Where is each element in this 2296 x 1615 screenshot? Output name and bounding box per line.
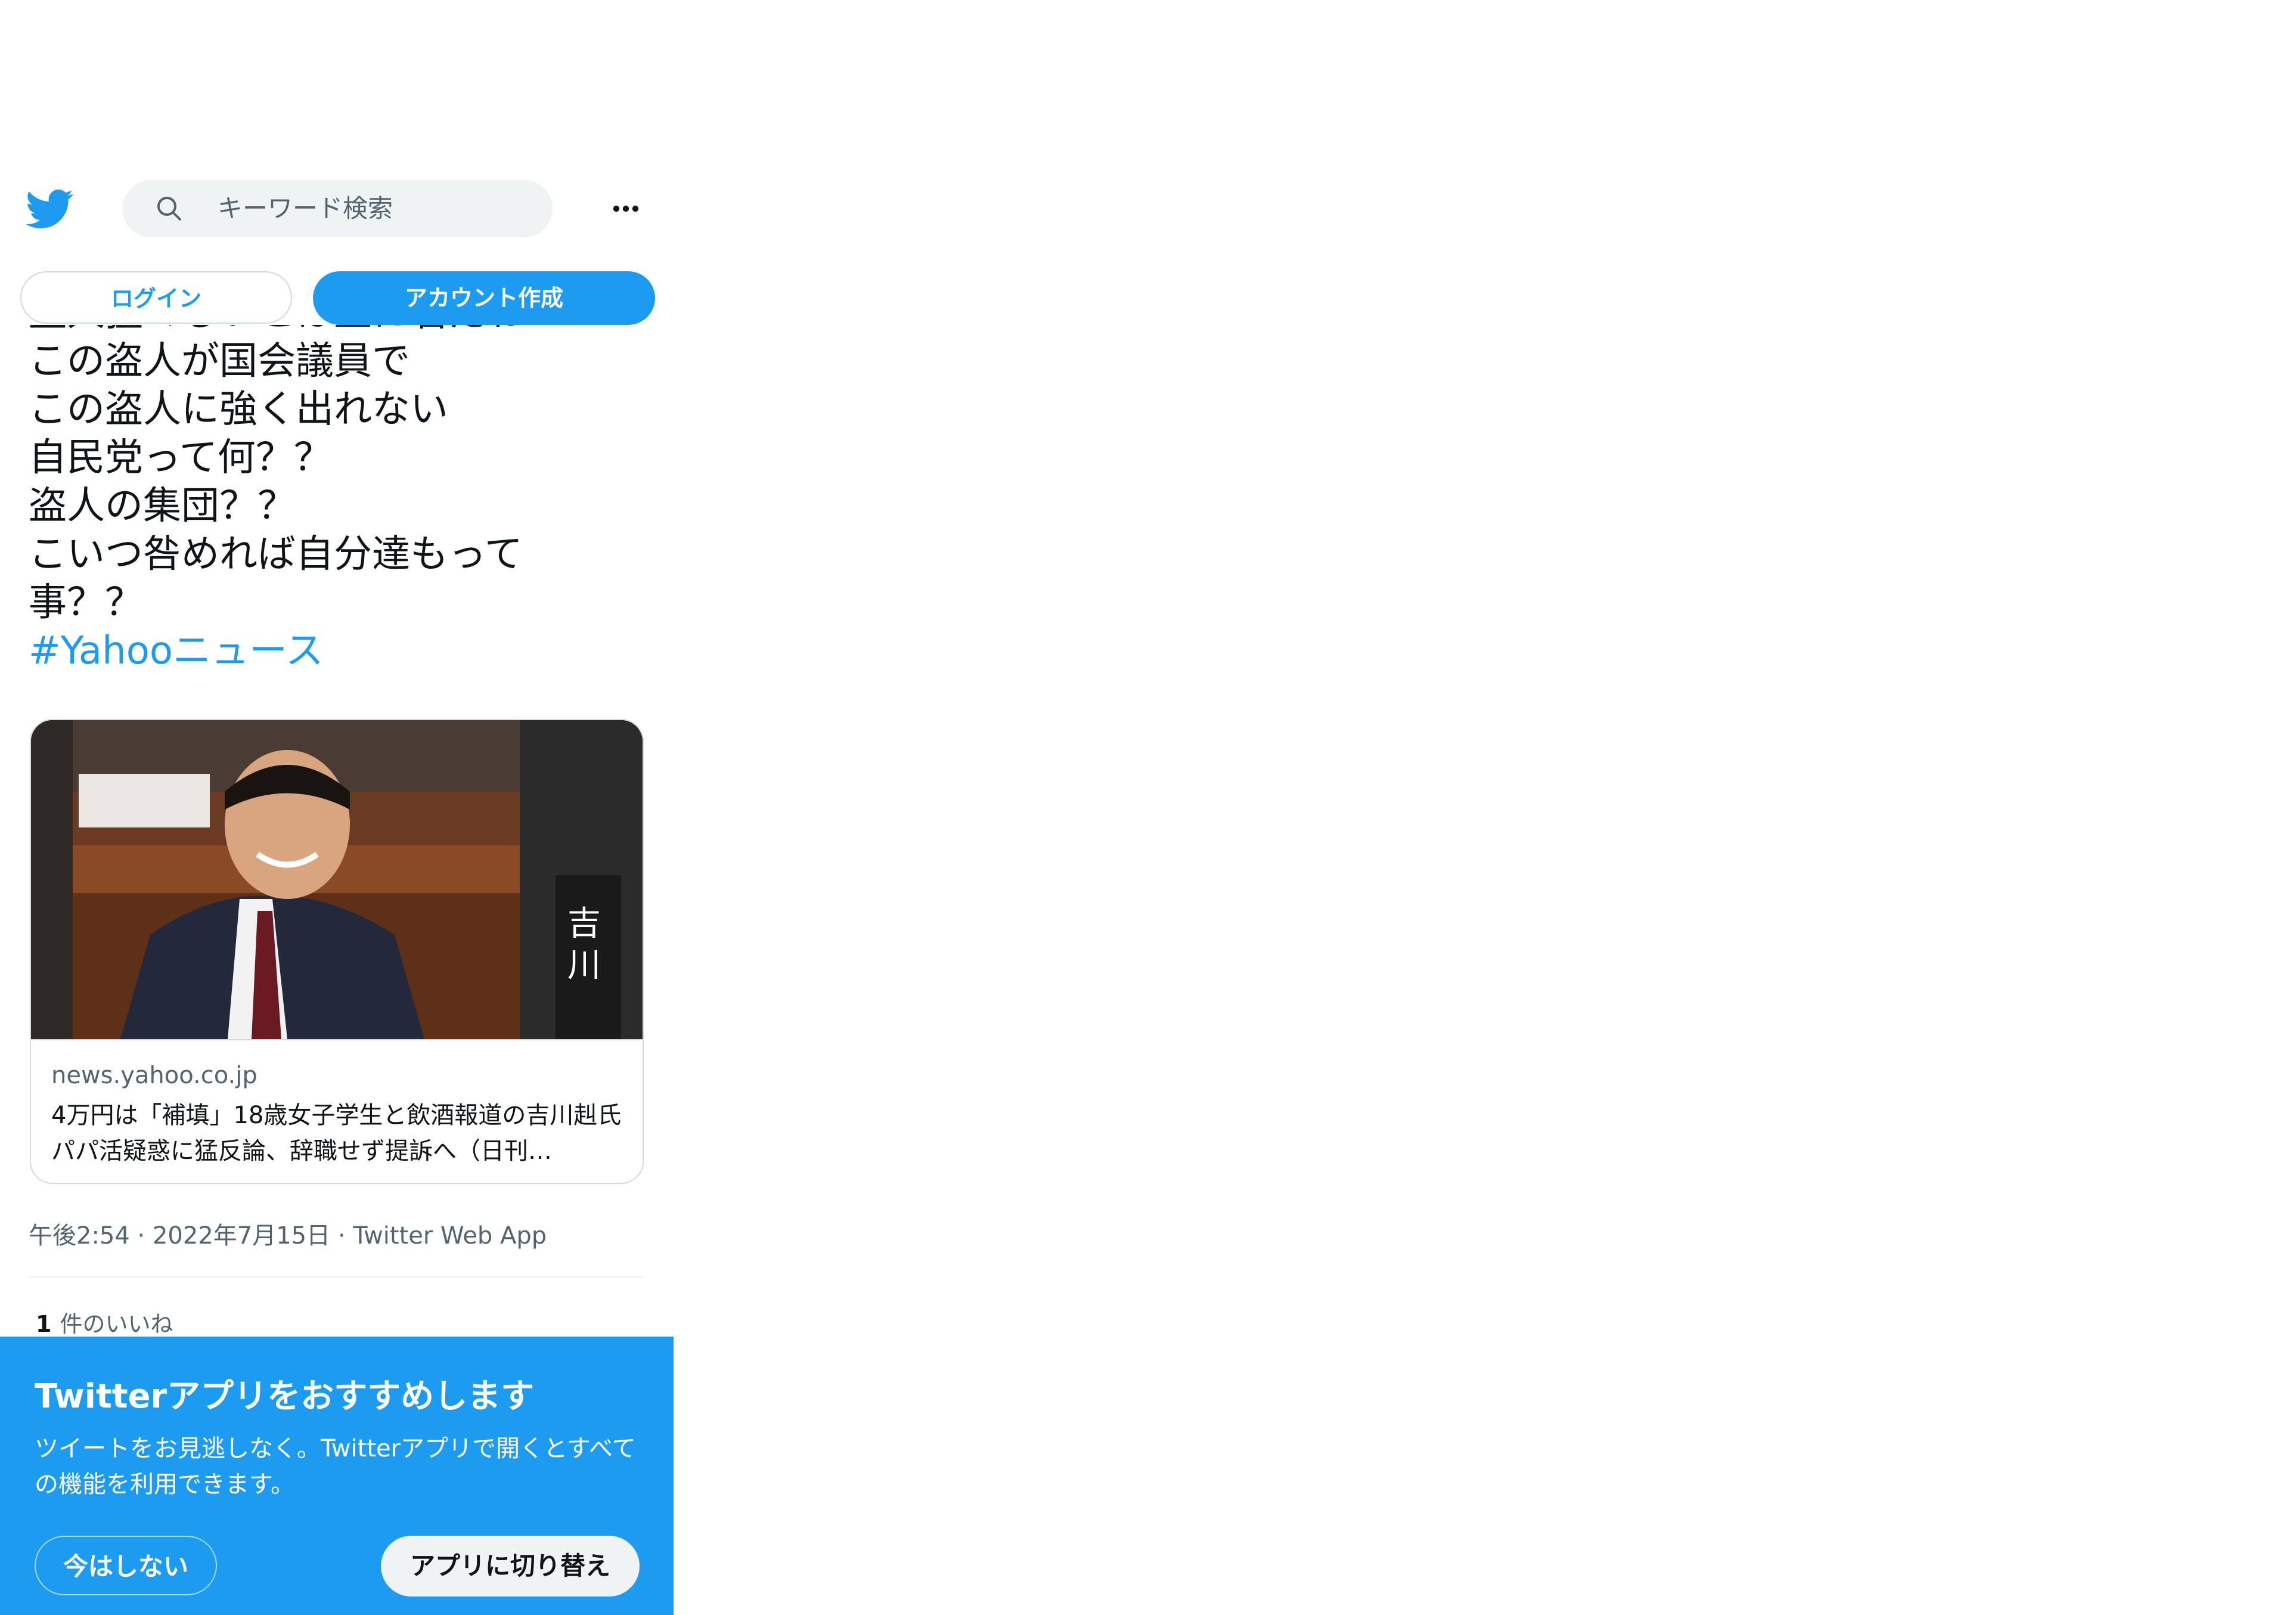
top-bar: キーワード検索 — [0, 155, 676, 262]
tweet-text: 盗人猛々しいとは正に君だね この盗人が国会議員で この盗人に強く出れない 自民党… — [29, 325, 654, 675]
tweet-line: この盗人が国会議員で — [29, 339, 410, 383]
twitter-bird-icon[interactable] — [26, 185, 74, 233]
likes-number: 1 — [36, 1311, 52, 1337]
svg-text:川: 川 — [567, 946, 601, 985]
tweet-line: 事？？ — [29, 581, 143, 625]
link-card[interactable]: 吉 川 news.yahoo.co.jp 4万円は「補填」18歳女子学生と飲酒報… — [30, 719, 644, 1184]
tweet-line: この盗人に強く出れない — [29, 388, 448, 432]
switch-to-app-button[interactable]: アプリに切り替え — [381, 1536, 640, 1597]
tweet-line: 自民党って何？？ — [29, 436, 332, 480]
app-column: キーワード検索 ログイン アカウント作成 盗人猛々しいとは正に君だね この盗人が… — [0, 0, 676, 1615]
tweet-line: こいつ咎めれば自分達もって — [29, 532, 523, 576]
card-domain: news.yahoo.co.jp — [51, 1062, 257, 1089]
tweet-line: 盗人の集団？？ — [29, 484, 296, 528]
banner-description: ツイートをお見逃しなく。Twitterアプリで開くとすべての機能を利用できます。 — [35, 1435, 636, 1498]
tweet-line: 盗人猛々しいとは正に君だね — [29, 325, 654, 337]
hashtag-link[interactable]: #Yahooニュース — [29, 627, 654, 675]
divider — [29, 1276, 644, 1278]
create-account-button[interactable]: アカウント作成 — [313, 271, 655, 325]
search-icon — [155, 194, 184, 223]
login-button[interactable]: ログイン — [20, 271, 292, 324]
more-dots-icon[interactable] — [602, 191, 650, 227]
not-now-button[interactable]: 今はしない — [35, 1536, 217, 1595]
app-promo-banner: Twitterアプリをおすすめします ツイートをお見逃しなく。Twitterアプ… — [0, 1337, 674, 1615]
likes-label: 件のいいね — [60, 1311, 173, 1337]
likes-count[interactable]: 1 件のいいね — [36, 1306, 173, 1338]
page: キーワード検索 ログイン アカウント作成 盗人猛々しいとは正に君だね この盗人が… — [0, 0, 2296, 1615]
search-input[interactable]: キーワード検索 — [122, 180, 553, 237]
search-placeholder: キーワード検索 — [218, 194, 393, 223]
banner-title: Twitterアプリをおすすめします — [35, 1377, 535, 1416]
card-body: news.yahoo.co.jp 4万円は「補填」18歳女子学生と飲酒報道の吉川… — [31, 1039, 643, 1183]
svg-text:吉: 吉 — [567, 904, 601, 943]
card-image: 吉 川 — [31, 720, 643, 1039]
card-title: 4万円は「補填」18歳女子学生と飲酒報道の吉川赳氏 パパ活疑惑に猛反論、辞職せず… — [51, 1102, 623, 1165]
tweet-text-area: 盗人猛々しいとは正に君だね この盗人が国会議員で この盗人に強く出れない 自民党… — [0, 325, 676, 706]
tweet-timestamp[interactable]: 午後2:54 · 2022年7月15日 · Twitter Web App — [29, 1216, 547, 1251]
